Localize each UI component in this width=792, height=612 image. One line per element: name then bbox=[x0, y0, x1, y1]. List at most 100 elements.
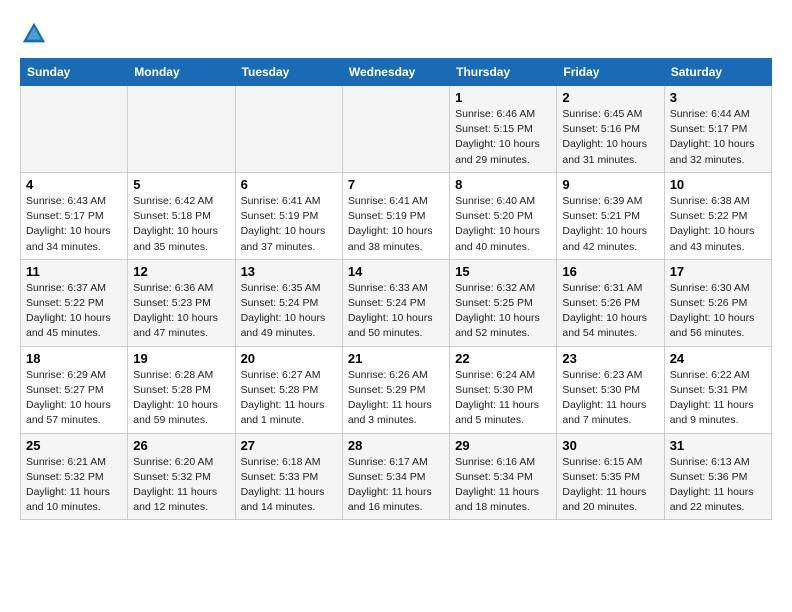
calendar-cell: 26 Sunrise: 6:20 AMSunset: 5:32 PMDayligh… bbox=[128, 433, 235, 520]
day-number: 16 bbox=[562, 264, 658, 279]
day-info: Sunrise: 6:23 AMSunset: 5:30 PMDaylight:… bbox=[562, 368, 658, 429]
calendar-cell: 2 Sunrise: 6:45 AMSunset: 5:16 PMDaylight… bbox=[557, 86, 664, 173]
calendar-cell: 27 Sunrise: 6:18 AMSunset: 5:33 PMDayligh… bbox=[235, 433, 342, 520]
day-number: 19 bbox=[133, 351, 229, 366]
day-number: 12 bbox=[133, 264, 229, 279]
calendar-week-3: 11 Sunrise: 6:37 AMSunset: 5:22 PMDayligh… bbox=[21, 259, 772, 346]
day-info: Sunrise: 6:43 AMSunset: 5:17 PMDaylight:… bbox=[26, 194, 122, 255]
day-number: 23 bbox=[562, 351, 658, 366]
day-info: Sunrise: 6:40 AMSunset: 5:20 PMDaylight:… bbox=[455, 194, 551, 255]
day-number: 10 bbox=[670, 177, 766, 192]
day-number: 22 bbox=[455, 351, 551, 366]
day-info: Sunrise: 6:36 AMSunset: 5:23 PMDaylight:… bbox=[133, 281, 229, 342]
day-info: Sunrise: 6:37 AMSunset: 5:22 PMDaylight:… bbox=[26, 281, 122, 342]
calendar-cell: 6Sunrise: 6:41 AMSunset: 5:19 PMDaylight… bbox=[235, 172, 342, 259]
day-number: 27 bbox=[241, 438, 337, 453]
calendar-cell: 29 Sunrise: 6:16 AMSunset: 5:34 PMDayligh… bbox=[450, 433, 557, 520]
logo-icon bbox=[20, 20, 48, 48]
day-number: 30 bbox=[562, 438, 658, 453]
calendar-header-saturday: Saturday bbox=[664, 59, 771, 86]
calendar-header-thursday: Thursday bbox=[450, 59, 557, 86]
calendar-cell: 30 Sunrise: 6:15 AMSunset: 5:35 PMDayligh… bbox=[557, 433, 664, 520]
day-number: 1 bbox=[455, 90, 551, 105]
day-number: 28 bbox=[348, 438, 444, 453]
day-info: Sunrise: 6:41 AMSunset: 5:19 PMDaylight:… bbox=[241, 194, 337, 255]
calendar-cell: 5 Sunrise: 6:42 AMSunset: 5:18 PMDaylight… bbox=[128, 172, 235, 259]
day-number: 8 bbox=[455, 177, 551, 192]
day-number: 3 bbox=[670, 90, 766, 105]
day-number: 11 bbox=[26, 264, 122, 279]
day-info: Sunrise: 6:15 AMSunset: 5:35 PMDaylight:… bbox=[562, 455, 658, 516]
day-info: Sunrise: 6:38 AMSunset: 5:22 PMDaylight:… bbox=[670, 194, 766, 255]
calendar-cell: 18 Sunrise: 6:29 AMSunset: 5:27 PMDayligh… bbox=[21, 346, 128, 433]
calendar-cell: 15 Sunrise: 6:32 AMSunset: 5:25 PMDayligh… bbox=[450, 259, 557, 346]
calendar-week-1: 1 Sunrise: 6:46 AMSunset: 5:15 PMDaylight… bbox=[21, 86, 772, 173]
calendar-cell: 17Sunrise: 6:30 AMSunset: 5:26 PMDayligh… bbox=[664, 259, 771, 346]
calendar-header-friday: Friday bbox=[557, 59, 664, 86]
day-number: 18 bbox=[26, 351, 122, 366]
calendar-cell: 25 Sunrise: 6:21 AMSunset: 5:32 PMDayligh… bbox=[21, 433, 128, 520]
day-number: 21 bbox=[348, 351, 444, 366]
day-info: Sunrise: 6:20 AMSunset: 5:32 PMDaylight:… bbox=[133, 455, 229, 516]
calendar-cell: 14Sunrise: 6:33 AMSunset: 5:24 PMDayligh… bbox=[342, 259, 449, 346]
day-info: Sunrise: 6:45 AMSunset: 5:16 PMDaylight:… bbox=[562, 107, 658, 168]
day-info: Sunrise: 6:31 AMSunset: 5:26 PMDaylight:… bbox=[562, 281, 658, 342]
calendar-cell: 13 Sunrise: 6:35 AMSunset: 5:24 PMDayligh… bbox=[235, 259, 342, 346]
calendar-cell: 12 Sunrise: 6:36 AMSunset: 5:23 PMDayligh… bbox=[128, 259, 235, 346]
day-info: Sunrise: 6:27 AMSunset: 5:28 PMDaylight:… bbox=[241, 368, 337, 429]
calendar-cell bbox=[21, 86, 128, 173]
day-number: 29 bbox=[455, 438, 551, 453]
day-info: Sunrise: 6:16 AMSunset: 5:34 PMDaylight:… bbox=[455, 455, 551, 516]
calendar-cell: 11 Sunrise: 6:37 AMSunset: 5:22 PMDayligh… bbox=[21, 259, 128, 346]
calendar-cell: 31Sunrise: 6:13 AMSunset: 5:36 PMDayligh… bbox=[664, 433, 771, 520]
day-info: Sunrise: 6:41 AMSunset: 5:19 PMDaylight:… bbox=[348, 194, 444, 255]
day-number: 15 bbox=[455, 264, 551, 279]
day-info: Sunrise: 6:28 AMSunset: 5:28 PMDaylight:… bbox=[133, 368, 229, 429]
calendar-cell bbox=[128, 86, 235, 173]
calendar-cell: 10 Sunrise: 6:38 AMSunset: 5:22 PMDayligh… bbox=[664, 172, 771, 259]
day-number: 4 bbox=[26, 177, 122, 192]
day-number: 9 bbox=[562, 177, 658, 192]
day-number: 13 bbox=[241, 264, 337, 279]
day-info: Sunrise: 6:21 AMSunset: 5:32 PMDaylight:… bbox=[26, 455, 122, 516]
calendar-cell: 4 Sunrise: 6:43 AMSunset: 5:17 PMDaylight… bbox=[21, 172, 128, 259]
calendar-cell: 16 Sunrise: 6:31 AMSunset: 5:26 PMDayligh… bbox=[557, 259, 664, 346]
calendar-cell: 1 Sunrise: 6:46 AMSunset: 5:15 PMDaylight… bbox=[450, 86, 557, 173]
day-number: 26 bbox=[133, 438, 229, 453]
calendar-cell: 21 Sunrise: 6:26 AMSunset: 5:29 PMDayligh… bbox=[342, 346, 449, 433]
day-number: 25 bbox=[26, 438, 122, 453]
calendar-header-row: SundayMondayTuesdayWednesdayThursdayFrid… bbox=[21, 59, 772, 86]
calendar-cell: 19 Sunrise: 6:28 AMSunset: 5:28 PMDayligh… bbox=[128, 346, 235, 433]
day-info: Sunrise: 6:35 AMSunset: 5:24 PMDaylight:… bbox=[241, 281, 337, 342]
day-info: Sunrise: 6:17 AMSunset: 5:34 PMDaylight:… bbox=[348, 455, 444, 516]
day-info: Sunrise: 6:24 AMSunset: 5:30 PMDaylight:… bbox=[455, 368, 551, 429]
day-info: Sunrise: 6:18 AMSunset: 5:33 PMDaylight:… bbox=[241, 455, 337, 516]
calendar-table: SundayMondayTuesdayWednesdayThursdayFrid… bbox=[20, 58, 772, 520]
day-number: 14 bbox=[348, 264, 444, 279]
logo bbox=[20, 20, 52, 48]
calendar-cell: 8 Sunrise: 6:40 AMSunset: 5:20 PMDaylight… bbox=[450, 172, 557, 259]
day-number: 17 bbox=[670, 264, 766, 279]
day-info: Sunrise: 6:39 AMSunset: 5:21 PMDaylight:… bbox=[562, 194, 658, 255]
calendar-cell bbox=[235, 86, 342, 173]
page-header bbox=[20, 20, 772, 48]
day-info: Sunrise: 6:42 AMSunset: 5:18 PMDaylight:… bbox=[133, 194, 229, 255]
day-info: Sunrise: 6:46 AMSunset: 5:15 PMDaylight:… bbox=[455, 107, 551, 168]
day-number: 2 bbox=[562, 90, 658, 105]
calendar-week-2: 4 Sunrise: 6:43 AMSunset: 5:17 PMDaylight… bbox=[21, 172, 772, 259]
calendar-header-wednesday: Wednesday bbox=[342, 59, 449, 86]
day-number: 7 bbox=[348, 177, 444, 192]
day-info: Sunrise: 6:13 AMSunset: 5:36 PMDaylight:… bbox=[670, 455, 766, 516]
calendar-cell bbox=[342, 86, 449, 173]
day-number: 5 bbox=[133, 177, 229, 192]
day-number: 20 bbox=[241, 351, 337, 366]
calendar-cell: 28 Sunrise: 6:17 AMSunset: 5:34 PMDayligh… bbox=[342, 433, 449, 520]
day-info: Sunrise: 6:32 AMSunset: 5:25 PMDaylight:… bbox=[455, 281, 551, 342]
day-info: Sunrise: 6:26 AMSunset: 5:29 PMDaylight:… bbox=[348, 368, 444, 429]
calendar-cell: 22 Sunrise: 6:24 AMSunset: 5:30 PMDayligh… bbox=[450, 346, 557, 433]
day-info: Sunrise: 6:44 AMSunset: 5:17 PMDaylight:… bbox=[670, 107, 766, 168]
calendar-cell: 7 Sunrise: 6:41 AMSunset: 5:19 PMDaylight… bbox=[342, 172, 449, 259]
day-info: Sunrise: 6:29 AMSunset: 5:27 PMDaylight:… bbox=[26, 368, 122, 429]
calendar-header-monday: Monday bbox=[128, 59, 235, 86]
calendar-cell: 23 Sunrise: 6:23 AMSunset: 5:30 PMDayligh… bbox=[557, 346, 664, 433]
